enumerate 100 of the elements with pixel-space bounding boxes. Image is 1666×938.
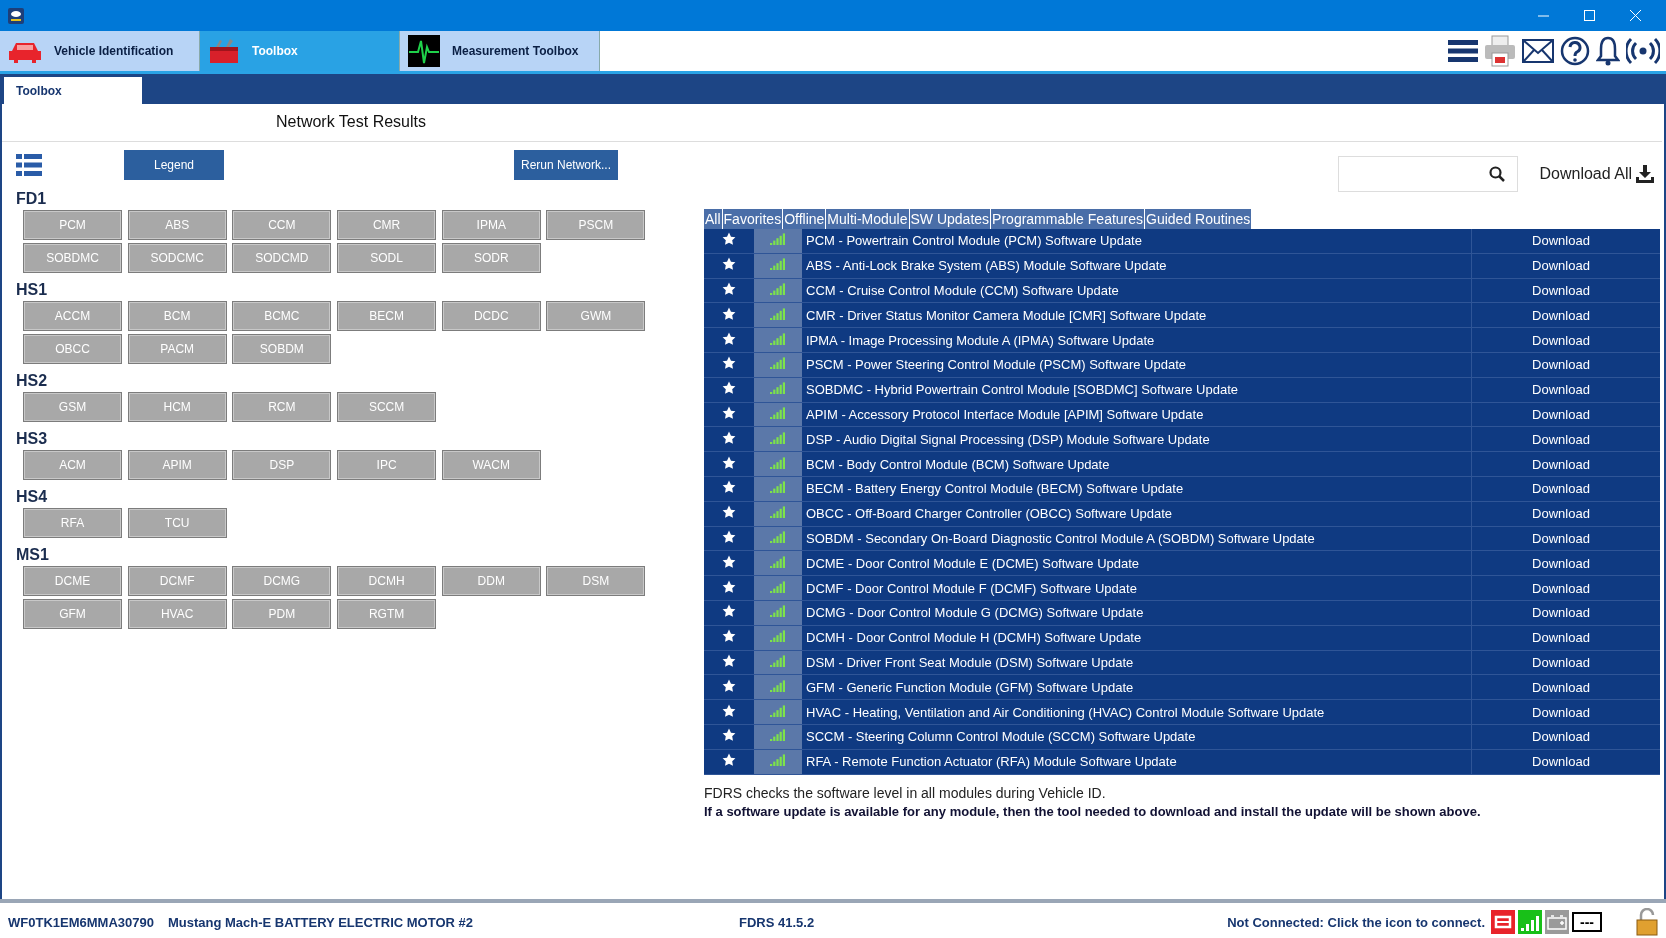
close-icon[interactable] <box>1629 10 1641 21</box>
star-icon[interactable] <box>722 505 736 520</box>
module-button[interactable]: DCMG <box>232 566 332 596</box>
search-field[interactable] <box>1337 156 1518 192</box>
tab[interactable]: Toolbox <box>200 31 400 71</box>
download-link[interactable]: Download <box>1526 678 1596 696</box>
tab[interactable]: Toolbox <box>4 77 142 104</box>
download-link[interactable]: Download <box>1526 232 1596 250</box>
star-icon[interactable] <box>722 381 736 396</box>
module-button[interactable]: RFA <box>23 508 122 538</box>
filter-tab[interactable]: Favorites <box>722 209 784 229</box>
download-link[interactable]: Download <box>1526 306 1596 324</box>
download-link[interactable]: Download <box>1526 728 1596 746</box>
download-link[interactable]: Download <box>1526 629 1596 647</box>
module-button[interactable]: PDM <box>232 599 332 629</box>
module-button[interactable]: CCM <box>232 210 332 240</box>
module-button[interactable]: APIM <box>127 450 227 480</box>
module-button[interactable]: IPMA <box>441 210 541 240</box>
star-icon[interactable] <box>722 653 736 668</box>
module-button[interactable]: RGTM <box>337 599 437 629</box>
star-icon[interactable] <box>722 678 736 693</box>
star-icon[interactable] <box>722 232 736 247</box>
star-icon[interactable] <box>722 604 736 619</box>
module-button[interactable]: SODR <box>441 243 541 273</box>
download-link[interactable]: Download <box>1526 405 1596 423</box>
module-button[interactable]: ACM <box>23 450 122 480</box>
module-button[interactable]: TCU <box>127 508 227 538</box>
lock-icon[interactable] <box>1636 908 1658 936</box>
download-link[interactable]: Download <box>1526 753 1596 771</box>
rerun-network-button[interactable]: Rerun Network... <box>514 150 618 180</box>
star-icon[interactable] <box>722 430 736 445</box>
filter-tab[interactable]: All <box>704 209 723 229</box>
download-link[interactable]: Download <box>1526 554 1596 572</box>
module-button[interactable]: ACCM <box>23 301 122 331</box>
star-icon[interactable] <box>722 306 736 321</box>
tab[interactable]: Measurement Toolbox <box>400 31 600 71</box>
module-button[interactable]: BECM <box>337 301 437 331</box>
module-button[interactable]: SODCMD <box>232 243 332 273</box>
star-icon[interactable] <box>722 629 736 644</box>
module-button[interactable]: PCM <box>23 210 122 240</box>
module-button[interactable]: SODL <box>337 243 437 273</box>
download-link[interactable]: Download <box>1526 257 1596 275</box>
module-button[interactable]: CMR <box>337 210 437 240</box>
download-link[interactable]: Download <box>1526 480 1596 498</box>
module-button[interactable]: PSCM <box>546 210 646 240</box>
module-button[interactable]: SOBDM <box>232 334 332 364</box>
module-button[interactable]: DDM <box>441 566 541 596</box>
wireless-icon[interactable] <box>1626 37 1660 65</box>
download-link[interactable]: Download <box>1526 282 1596 299</box>
star-icon[interactable] <box>722 529 736 544</box>
mail-icon[interactable] <box>1522 39 1554 63</box>
star-icon[interactable] <box>722 480 736 495</box>
help-icon[interactable] <box>1560 36 1590 66</box>
download-link[interactable]: Download <box>1526 653 1596 671</box>
download-link[interactable]: Download <box>1526 579 1596 597</box>
maximize-icon[interactable] <box>1583 10 1595 21</box>
tab[interactable]: Vehicle Identification <box>0 31 200 71</box>
module-button[interactable]: SCCM <box>337 392 437 422</box>
module-button[interactable]: DCMH <box>337 566 437 596</box>
filter-tab[interactable]: Multi-Module <box>826 209 910 229</box>
download-link[interactable]: Download <box>1526 529 1596 547</box>
module-button[interactable]: DCMF <box>127 566 227 596</box>
filter-tab[interactable]: Programmable Features <box>991 209 1146 229</box>
filter-tab[interactable]: Offline <box>783 209 827 229</box>
module-button[interactable]: HCM <box>127 392 227 422</box>
module-button[interactable]: DSP <box>232 450 332 480</box>
filter-tab[interactable]: SW Updates <box>909 209 992 229</box>
module-button[interactable]: BCM <box>127 301 227 331</box>
module-button[interactable]: RCM <box>232 392 332 422</box>
legend-button[interactable]: Legend <box>124 150 224 180</box>
download-link[interactable]: Download <box>1526 331 1596 349</box>
module-button[interactable]: WACM <box>441 450 541 480</box>
download-link[interactable]: Download <box>1526 604 1596 622</box>
module-button[interactable]: OBCC <box>23 334 122 364</box>
download-link[interactable]: Download <box>1526 356 1596 374</box>
list-view-icon[interactable] <box>16 154 42 176</box>
star-icon[interactable] <box>722 405 736 420</box>
module-button[interactable]: DCDC <box>441 301 541 331</box>
download-link[interactable]: Download <box>1526 430 1596 448</box>
star-icon[interactable] <box>722 753 736 768</box>
star-icon[interactable] <box>722 455 736 470</box>
download-all-button[interactable]: Download All <box>1533 164 1660 184</box>
module-button[interactable]: SOBDMC <box>23 243 122 273</box>
menu-icon[interactable] <box>1448 40 1478 62</box>
module-button[interactable]: DSM <box>546 566 646 596</box>
star-icon[interactable] <box>722 728 736 743</box>
module-button[interactable]: GWM <box>546 301 646 331</box>
module-button[interactable]: GSM <box>23 392 122 422</box>
star-icon[interactable] <box>722 703 736 718</box>
module-button[interactable]: IPC <box>337 450 437 480</box>
star-icon[interactable] <box>722 579 736 594</box>
download-link[interactable]: Download <box>1526 455 1596 473</box>
module-button[interactable]: ABS <box>127 210 227 240</box>
module-button[interactable]: HVAC <box>127 599 227 629</box>
module-button[interactable]: DCME <box>23 566 122 596</box>
connector-icon[interactable] <box>1491 910 1515 934</box>
bell-icon[interactable] <box>1596 36 1620 66</box>
download-link[interactable]: Download <box>1526 505 1596 523</box>
download-link[interactable]: Download <box>1526 381 1596 399</box>
star-icon[interactable] <box>722 554 736 569</box>
